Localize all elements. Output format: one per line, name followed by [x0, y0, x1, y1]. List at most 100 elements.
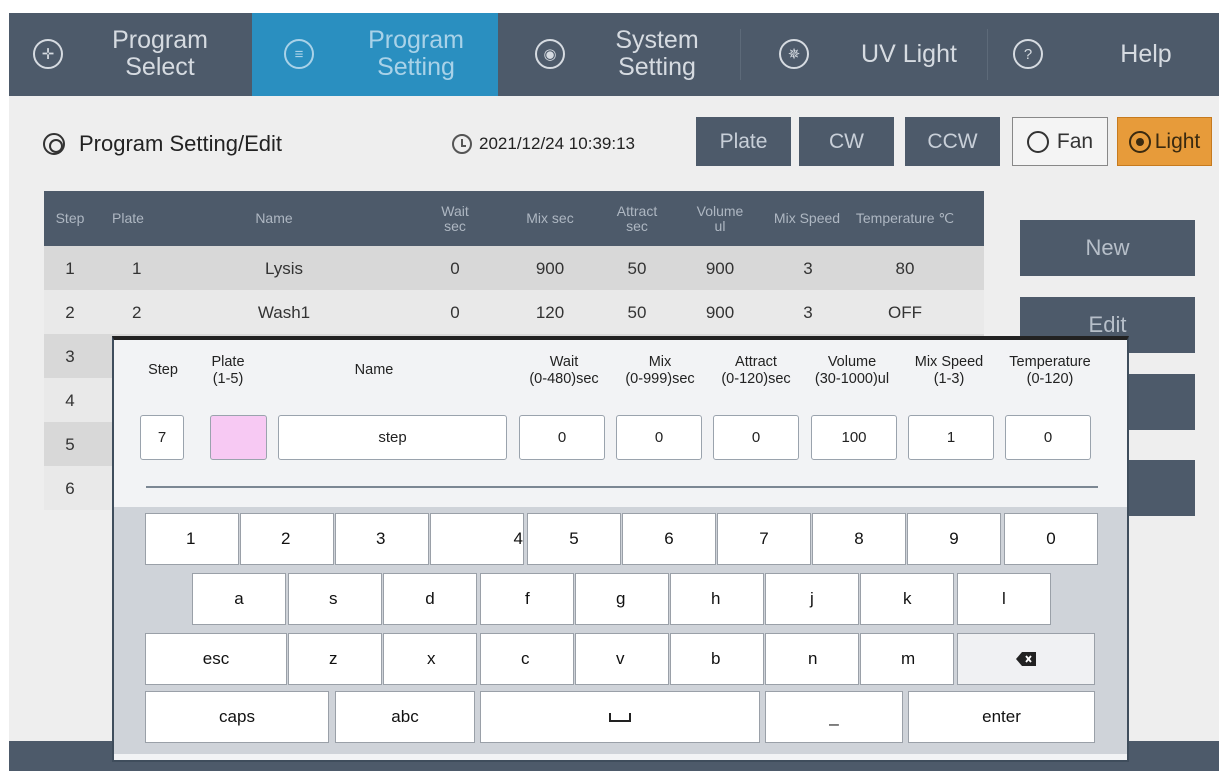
key-x[interactable]: x — [383, 633, 477, 685]
move-icon: ✛ — [33, 39, 63, 69]
temperature-field[interactable]: 0 — [1005, 415, 1091, 460]
key-b[interactable]: b — [670, 633, 764, 685]
table-cell: OFF — [888, 302, 922, 322]
list-icon: ≡ — [284, 39, 314, 69]
attract-field[interactable]: 0 — [713, 415, 799, 460]
table-cell: 900 — [705, 302, 735, 322]
key-g[interactable]: g — [575, 573, 669, 625]
key-m[interactable]: m — [860, 633, 954, 685]
key-a[interactable]: a — [192, 573, 286, 625]
table-cell: Lysis — [264, 258, 304, 278]
table-row[interactable]: 1 1 Lysis 0 900 50 900 3 80 — [44, 246, 984, 290]
table-cell: 6 — [65, 478, 75, 498]
key-d[interactable]: d — [383, 573, 477, 625]
table-cell: 2 — [132, 302, 142, 322]
key-backspace[interactable] — [957, 633, 1095, 685]
page-title: Program Setting/Edit — [79, 131, 282, 156]
field-label-attract: Attract (0-120)sec — [721, 354, 791, 387]
tab-label: Program Setting — [368, 26, 464, 81]
ccw-button[interactable]: CCW — [905, 117, 1000, 166]
key-caps[interactable]: caps — [145, 691, 329, 743]
table-cell: 900 — [535, 258, 565, 278]
tab-label: System Setting — [615, 26, 699, 81]
field-label-plate: Plate (1-5) — [211, 354, 245, 387]
key-k[interactable]: k — [860, 573, 954, 625]
column-header: Attract sec — [616, 202, 658, 234]
tab-uv-light[interactable]: ✵ UV Light — [741, 13, 987, 96]
divider — [146, 486, 1098, 488]
volume-field[interactable]: 100 — [811, 415, 897, 460]
step-field[interactable]: 7 — [140, 415, 184, 460]
key-8[interactable]: 8 — [812, 513, 906, 565]
table-cell: Wash1 — [257, 302, 311, 322]
table-cell: 2 — [65, 302, 75, 322]
light-button[interactable]: Light — [1117, 117, 1212, 166]
help-icon: ? — [1013, 39, 1043, 69]
wait-field[interactable]: 0 — [519, 415, 605, 460]
key-abc[interactable]: abc — [335, 691, 475, 743]
key-v[interactable]: v — [575, 633, 669, 685]
column-header: Name — [255, 210, 293, 226]
table-cell: 1 — [65, 258, 75, 278]
key-6[interactable]: 6 — [622, 513, 716, 565]
key-h[interactable]: h — [670, 573, 764, 625]
key-4[interactable]: 4 — [430, 513, 524, 565]
table-cell: 3 — [803, 302, 813, 322]
uv-light-icon: ✵ — [779, 39, 809, 69]
key-j[interactable]: j — [765, 573, 859, 625]
table-cell: 5 — [65, 434, 75, 454]
key-z[interactable]: z — [288, 633, 382, 685]
table-row[interactable]: 2 2 Wash1 0 120 50 900 3 OFF — [44, 290, 984, 334]
field-label-wait: Wait (0-480)sec — [529, 354, 599, 387]
top-nav: ✛ Program Select ≡ Program Setting ◉ Sys… — [9, 13, 1219, 96]
field-label-temperature: Temperature (0-120) — [1009, 354, 1091, 387]
tab-label: Help — [1120, 40, 1172, 68]
tab-system-setting[interactable]: ◉ System Setting — [498, 13, 740, 96]
key-underscore[interactable]: _ — [765, 691, 903, 743]
light-label: Light — [1154, 129, 1201, 153]
table-cell: 120 — [535, 302, 565, 322]
app-window: ✛ Program Select ≡ Program Setting ◉ Sys… — [9, 13, 1219, 771]
key-space[interactable] — [480, 691, 760, 743]
key-f[interactable]: f — [480, 573, 574, 625]
fan-button[interactable]: Fan — [1012, 117, 1108, 166]
key-9[interactable]: 9 — [907, 513, 1001, 565]
layers-icon: ◉ — [535, 39, 565, 69]
key-5[interactable]: 5 — [527, 513, 621, 565]
table-cell: 900 — [705, 258, 735, 278]
new-button[interactable]: New — [1020, 220, 1195, 276]
tab-label: Program Select — [112, 26, 208, 81]
plate-field[interactable] — [210, 415, 267, 460]
mix-speed-field[interactable]: 1 — [908, 415, 994, 460]
tab-program-select[interactable]: ✛ Program Select — [9, 13, 252, 96]
plate-button[interactable]: Plate — [696, 117, 791, 166]
field-label-step: Step — [148, 362, 178, 378]
name-field[interactable]: step — [278, 415, 507, 460]
tab-program-setting[interactable]: ≡ Program Setting — [252, 13, 498, 96]
tab-help[interactable]: ? Help — [988, 13, 1219, 96]
mix-field[interactable]: 0 — [616, 415, 702, 460]
key-c[interactable]: c — [480, 633, 574, 685]
key-3[interactable]: 3 — [335, 513, 429, 565]
column-header: Mix Speed — [773, 210, 841, 226]
column-header: Wait sec — [441, 202, 469, 234]
column-header: Step — [55, 210, 85, 226]
table-cell: 0 — [450, 302, 460, 322]
key-2[interactable]: 2 — [240, 513, 334, 565]
column-header: Volume ul — [696, 202, 744, 234]
key-enter[interactable]: enter — [908, 691, 1095, 743]
key-l[interactable]: l — [957, 573, 1051, 625]
key-0[interactable]: 0 — [1004, 513, 1098, 565]
cw-button[interactable]: CW — [799, 117, 894, 166]
table-cell: 50 — [627, 302, 647, 322]
key-7[interactable]: 7 — [717, 513, 811, 565]
field-label-mix: Mix (0-999)sec — [625, 354, 695, 387]
table-cell: 0 — [450, 258, 460, 278]
table-cell: 3 — [65, 346, 75, 366]
key-1[interactable]: 1 — [145, 513, 239, 565]
space-icon — [609, 713, 631, 722]
key-s[interactable]: s — [288, 573, 382, 625]
field-label-name: Name — [354, 362, 394, 378]
key-n[interactable]: n — [765, 633, 859, 685]
key-esc[interactable]: esc — [145, 633, 287, 685]
